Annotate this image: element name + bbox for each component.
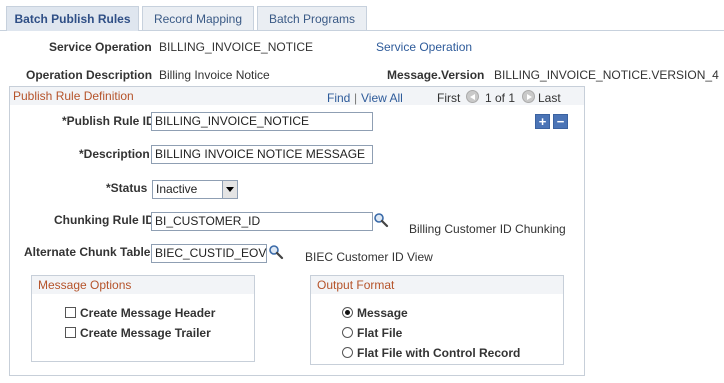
previous-row-icon[interactable] <box>466 90 479 103</box>
service-operation-link[interactable]: Service Operation <box>376 40 472 54</box>
alternate-chunk-table-lookup-icon[interactable] <box>268 244 284 260</box>
row-count: 1 of 1 <box>485 91 516 105</box>
next-row-icon[interactable] <box>522 90 535 103</box>
output-format-flat-file-control-label: Flat File with Control Record <box>357 346 521 360</box>
dropdown-arrow-icon[interactable] <box>222 181 237 198</box>
nav-separator: | <box>354 91 358 105</box>
create-message-header-checkbox[interactable] <box>65 307 76 318</box>
create-message-trailer-label: Create Message Trailer <box>80 326 211 340</box>
description-label: *Description <box>79 147 150 161</box>
tab-record-mapping[interactable]: Record Mapping <box>142 6 254 30</box>
output-format-flat-file-control-radio[interactable] <box>342 347 353 358</box>
publish-rule-id-label: *Publish Rule ID <box>62 114 155 128</box>
output-format-message-label: Message <box>357 306 408 320</box>
output-format-message-radio[interactable] <box>342 307 353 318</box>
message-version-value: BILLING_INVOICE_NOTICE.VERSION_4 <box>494 68 719 82</box>
tab-batch-programs[interactable]: Batch Programs <box>257 6 367 30</box>
service-operation-value: BILLING_INVOICE_NOTICE <box>159 40 314 54</box>
create-message-header-label: Create Message Header <box>80 306 216 320</box>
status-select-value: Inactive <box>156 182 198 196</box>
add-row-button[interactable]: + <box>535 114 550 129</box>
status-label: *Status <box>106 181 148 195</box>
publish-rule-id-input[interactable]: BILLING_INVOICE_NOTICE <box>151 112 373 131</box>
output-format-flat-file-radio[interactable] <box>342 327 353 338</box>
chunking-rule-lookup-icon[interactable] <box>373 212 389 228</box>
first-label: First <box>437 91 461 105</box>
view-all-link[interactable]: View All <box>361 91 403 105</box>
operation-description-label: Operation Description <box>26 68 153 82</box>
alternate-chunk-table-input[interactable]: BIEC_CUSTID_EOV <box>151 244 267 263</box>
chunking-rule-description: Billing Customer ID Chunking <box>409 222 566 236</box>
last-label: Last <box>538 91 561 105</box>
chunking-rule-id-label: Chunking Rule ID <box>54 213 154 227</box>
delete-row-button[interactable]: − <box>553 114 568 129</box>
message-version-label: Message.Version <box>387 68 485 82</box>
operation-description-value: Billing Invoice Notice <box>159 68 270 82</box>
output-format-title: Output Format <box>317 278 395 292</box>
alternate-chunk-table-description: BIEC Customer ID View <box>305 250 433 264</box>
find-link[interactable]: Find <box>327 91 350 105</box>
service-operation-label: Service Operation <box>49 40 152 54</box>
alternate-chunk-table-label: Alternate Chunk Table <box>24 245 151 259</box>
create-message-trailer-checkbox[interactable] <box>65 327 76 338</box>
tab-batch-publish-rules[interactable]: Batch Publish Rules <box>6 6 139 31</box>
message-options-title: Message Options <box>38 278 132 292</box>
description-input[interactable]: BILLING INVOICE NOTICE MESSAGE <box>151 145 373 164</box>
chunking-rule-id-input[interactable]: BI_CUSTOMER_ID <box>151 212 373 231</box>
output-format-flat-file-label: Flat File <box>357 326 403 340</box>
status-select[interactable]: Inactive <box>152 180 238 199</box>
publish-rule-section-title: Publish Rule Definition <box>13 89 134 103</box>
